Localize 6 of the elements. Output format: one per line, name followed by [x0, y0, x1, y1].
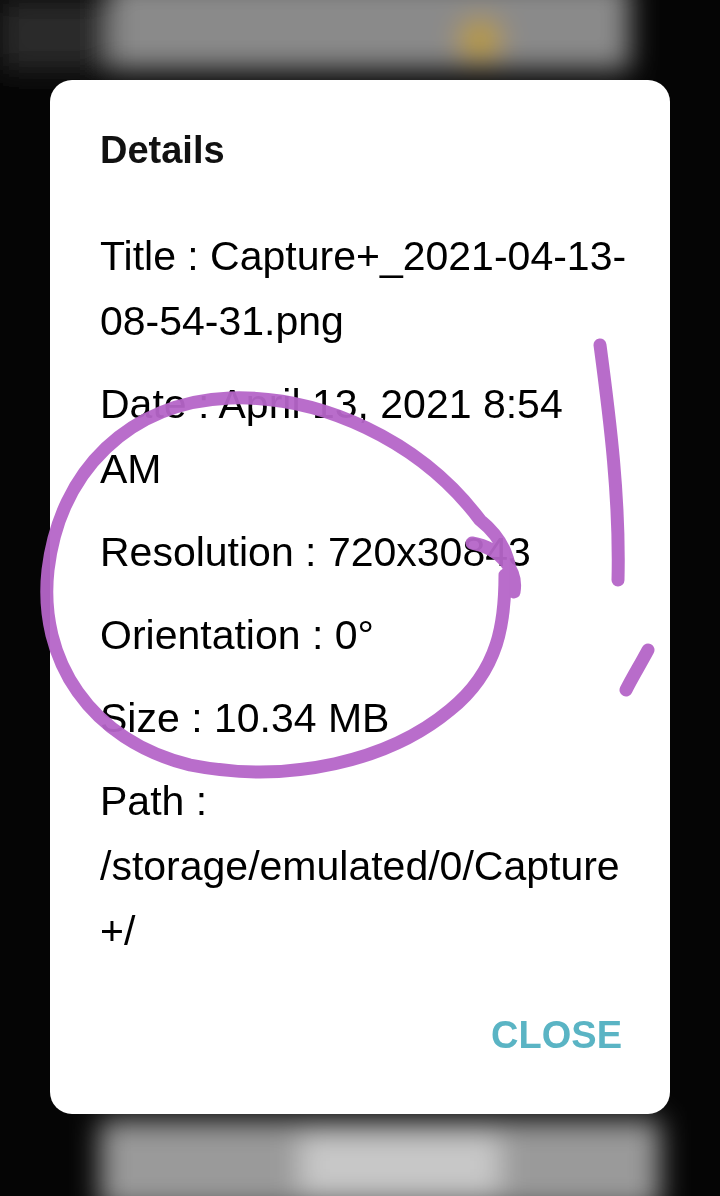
dialog-title: Details — [100, 128, 226, 173]
detail-text: Size : 10.34 MB — [100, 694, 391, 743]
detail-text: Path : /storage/emulated/0/Capture+/ — [100, 777, 621, 956]
detail-text: Orientation : 0° — [100, 611, 375, 660]
close-button[interactable]: CLOSE — [483, 1008, 630, 1063]
detail-text: Title : Capture+_2021-04-13-08-54-31.png — [100, 232, 628, 346]
